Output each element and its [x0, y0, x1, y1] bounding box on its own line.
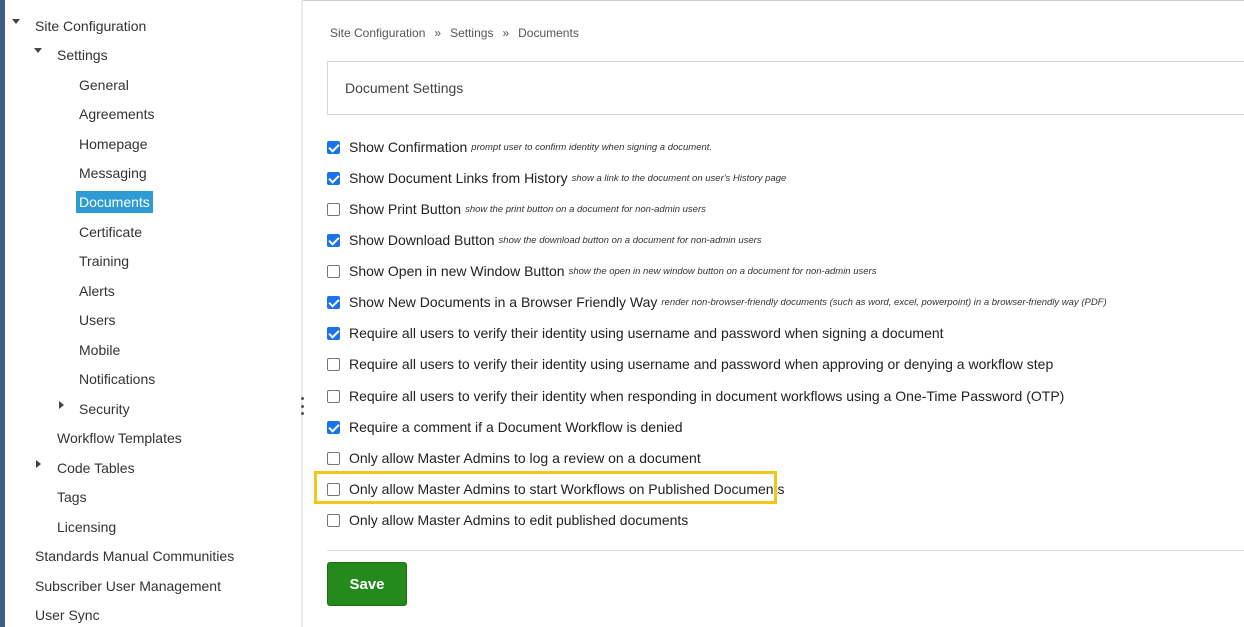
panel-title: Document Settings [345, 80, 464, 96]
sidebar-item-training[interactable]: Training [79, 252, 129, 270]
breadcrumb-site-configuration[interactable]: Site Configuration [330, 26, 425, 40]
breadcrumb: Site Configuration » Settings » Document… [330, 26, 579, 40]
sidebar-item-code-tables[interactable]: Code Tables [57, 459, 135, 477]
checkbox-unchecked[interactable] [327, 513, 340, 527]
option-help-text: show a link to the document on user's Hi… [571, 172, 787, 184]
option-label[interactable]: Show Open in new Window Button [349, 263, 565, 279]
collapse-caret-icon[interactable] [59, 401, 64, 409]
sidebar-item-certificate[interactable]: Certificate [79, 223, 142, 241]
option-row: Show Document Links from History show a l… [327, 169, 786, 187]
option-label[interactable]: Require all users to verify their identi… [349, 356, 1053, 372]
expand-caret-icon[interactable] [12, 19, 20, 24]
option-label[interactable]: Require a comment if a Document Workflow… [349, 419, 683, 435]
option-row: Require all users to verify their identi… [327, 324, 944, 342]
sidebar-item-tags[interactable]: Tags [57, 488, 87, 506]
option-row: Show New Documents in a Browser Friendly… [327, 293, 1107, 311]
checkbox-checked[interactable] [327, 233, 340, 247]
option-label[interactable]: Show Confirmation [349, 139, 467, 155]
sidebar-divider [301, 0, 303, 627]
highlight-box [314, 471, 777, 504]
breadcrumb-settings[interactable]: Settings [450, 26, 493, 40]
sidebar-item-users[interactable]: Users [79, 311, 116, 329]
sidebar-item-security[interactable]: Security [79, 400, 130, 418]
save-button[interactable]: Save [327, 562, 407, 606]
option-label[interactable]: Require all users to verify their identi… [349, 388, 1064, 404]
option-help-text: show the download button on a document f… [498, 234, 762, 246]
resize-handle-icon[interactable] [300, 397, 304, 415]
option-row: Show Download Button show the download bu… [327, 231, 762, 249]
sidebar-item-settings[interactable]: Settings [57, 46, 108, 64]
sidebar-item-subscriber-user-management[interactable]: Subscriber User Management [35, 577, 221, 595]
sidebar-item-user-sync[interactable]: User Sync [35, 606, 100, 624]
sidebar-item-site-configuration[interactable]: Site Configuration [35, 17, 146, 35]
checkbox-checked[interactable] [327, 420, 340, 434]
option-label[interactable]: Only allow Master Admins to log a review… [349, 450, 701, 466]
option-help-text: prompt user to confirm identity when sig… [471, 141, 713, 153]
option-label[interactable]: Require all users to verify their identi… [349, 325, 944, 341]
sidebar-item-licensing[interactable]: Licensing [57, 518, 116, 536]
option-row: Require all users to verify their identi… [327, 355, 1053, 373]
option-row: Only allow Master Admins to edit publish… [327, 511, 688, 529]
option-row: Only allow Master Admins to log a review… [327, 449, 701, 467]
option-row: Show Open in new Window Button show the o… [327, 262, 876, 280]
breadcrumb-separator: » [502, 26, 510, 40]
sidebar-item-agreements[interactable]: Agreements [79, 105, 154, 123]
breadcrumb-separator: » [434, 26, 442, 40]
document-settings-panel: Document Settings [327, 61, 1244, 115]
sidebar-tree: Site Configuration Settings General Agre… [5, 0, 301, 627]
option-help-text: show the print button on a document for … [465, 203, 706, 215]
checkbox-unchecked[interactable] [327, 202, 340, 216]
checkbox-unchecked[interactable] [327, 264, 340, 278]
option-help-text: show the open in new window button on a … [568, 265, 877, 277]
checkbox-checked[interactable] [327, 140, 340, 154]
sidebar-item-messaging[interactable]: Messaging [79, 164, 147, 182]
option-label[interactable]: Show Document Links from History [349, 170, 568, 186]
collapse-caret-icon[interactable] [36, 460, 41, 468]
checkbox-checked[interactable] [327, 171, 340, 185]
option-help-text: render non-browser-friendly documents (s… [661, 296, 1107, 308]
checkbox-checked[interactable] [327, 295, 340, 309]
checkbox-unchecked[interactable] [327, 357, 340, 371]
option-row: Show Print Button show the print button o… [327, 200, 706, 218]
option-label[interactable]: Show New Documents in a Browser Friendly… [349, 294, 657, 310]
option-row: Show Confirmation prompt user to confirm … [327, 138, 712, 156]
expand-caret-icon[interactable] [34, 48, 42, 53]
option-row: Require all users to verify their identi… [327, 387, 1064, 405]
sidebar-item-alerts[interactable]: Alerts [79, 282, 115, 300]
checkbox-unchecked[interactable] [327, 389, 340, 403]
sidebar-item-general[interactable]: General [79, 76, 129, 94]
sidebar-item-mobile[interactable]: Mobile [79, 341, 120, 359]
sidebar-item-notifications[interactable]: Notifications [79, 370, 155, 388]
option-label[interactable]: Show Print Button [349, 201, 461, 217]
sidebar-item-workflow-templates[interactable]: Workflow Templates [57, 429, 182, 447]
sidebar-item-standards-manual-communities[interactable]: Standards Manual Communities [35, 547, 234, 565]
checkbox-unchecked[interactable] [327, 451, 340, 465]
sidebar-item-homepage[interactable]: Homepage [79, 135, 148, 153]
sidebar-item-documents[interactable]: Documents [76, 191, 153, 213]
breadcrumb-documents: Documents [518, 26, 579, 40]
option-label[interactable]: Only allow Master Admins to edit publish… [349, 512, 688, 528]
checkbox-checked[interactable] [327, 326, 340, 340]
option-label[interactable]: Show Download Button [349, 232, 495, 248]
option-row: Require a comment if a Document Workflow… [327, 418, 683, 436]
divider [327, 550, 1244, 551]
